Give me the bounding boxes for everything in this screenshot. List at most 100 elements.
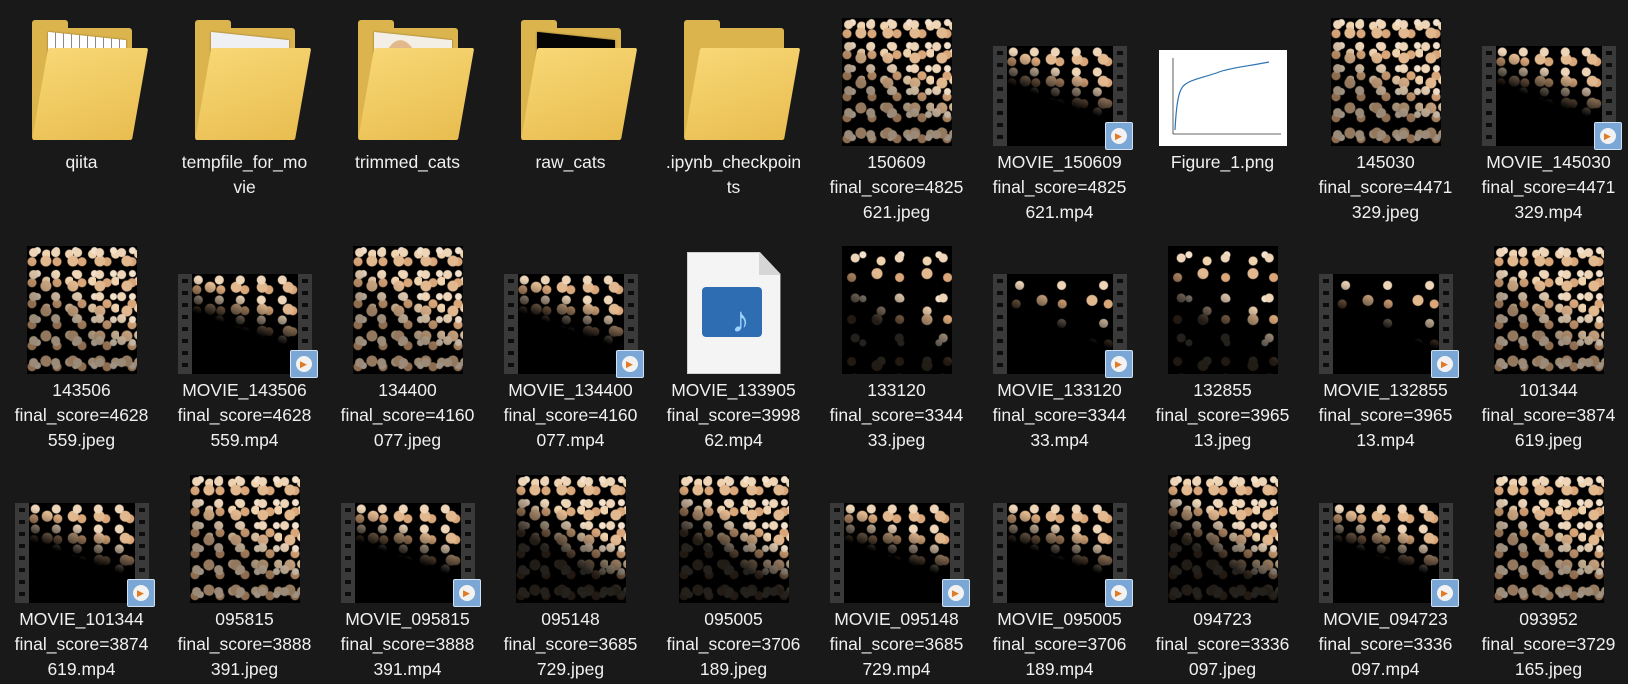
folder-item[interactable]: tempfile_for_mo vie [163, 0, 326, 228]
file-item[interactable]: 134400 final_score=4160 077.jpeg [326, 228, 489, 457]
item-label: 143506 final_score=4628 559.jpeg [2, 378, 161, 453]
item-label-line: final_score=3706 [666, 634, 801, 654]
item-thumbnail [1141, 234, 1304, 374]
item-label-line: 13.jpeg [1193, 430, 1252, 450]
item-label-line: 619.mp4 [47, 659, 116, 679]
image-thumbnail [352, 246, 463, 374]
item-thumbnail [1304, 6, 1467, 146]
item-label-line: 559.mp4 [210, 430, 279, 450]
item-label: .ipynb_checkpoin ts [654, 150, 813, 200]
item-label: MOVIE_132855 final_score=3965 13.mp4 [1306, 378, 1465, 453]
file-item[interactable]: ▶ MOVIE_143506 final_score=4628 559.mp4 [163, 228, 326, 457]
file-item[interactable]: Figure_1.png [1141, 0, 1304, 228]
file-item[interactable]: 145030 final_score=4471 329.jpeg [1304, 0, 1467, 228]
file-item[interactable]: 132855 final_score=3965 13.jpeg [1141, 228, 1304, 457]
item-label-line: 143506 [52, 380, 111, 400]
file-item[interactable]: 150609 final_score=4825 621.jpeg [815, 0, 978, 228]
item-label-line: 729.jpeg [536, 659, 605, 679]
item-label-line: 150609 [867, 152, 926, 172]
item-label: MOVIE_094723 final_score=3336 097.mp4 [1306, 607, 1465, 682]
item-label-line: MOVIE_143506 [182, 380, 307, 400]
item-thumbnail [1141, 463, 1304, 603]
item-label: MOVIE_143506 final_score=4628 559.mp4 [165, 378, 324, 453]
play-badge-icon: ▶ [1430, 579, 1459, 607]
item-label: 095148 final_score=3685 729.jpeg [491, 607, 650, 682]
item-thumbnail [652, 234, 815, 374]
play-badge-icon: ▶ [1104, 122, 1133, 150]
folder-item[interactable]: .ipynb_checkpoin ts [652, 0, 815, 228]
item-thumbnail [815, 6, 978, 146]
folder-item[interactable]: trimmed_cats [326, 0, 489, 228]
image-thumbnail [189, 475, 300, 603]
file-item[interactable]: ▶ MOVIE_095815 final_score=3888 391.mp4 [326, 457, 489, 684]
file-item[interactable]: 095005 final_score=3706 189.jpeg [652, 457, 815, 684]
image-thumbnail [841, 18, 952, 146]
item-label-line: 101344 [1519, 380, 1578, 400]
file-item[interactable]: ▶ MOVIE_132855 final_score=3965 13.mp4 [1304, 228, 1467, 457]
image-thumbnail [841, 246, 952, 374]
file-item[interactable]: ▶ MOVIE_095148 final_score=3685 729.mp4 [815, 457, 978, 684]
item-thumbnail: ▶ [978, 463, 1141, 607]
item-label-line: 62.mp4 [704, 430, 763, 450]
file-item[interactable]: 101344 final_score=3874 619.jpeg [1467, 228, 1628, 457]
item-label-line: 077.mp4 [536, 430, 605, 450]
figure-thumbnail [1158, 50, 1287, 146]
file-item[interactable]: MOVIE_133905 final_score=3998 62.mp4 [652, 228, 815, 457]
item-label-line: vie [233, 177, 256, 197]
item-label-line: final_score=4825 [992, 177, 1127, 197]
item-thumbnail: ▶ [1304, 234, 1467, 378]
item-label-line: final_score=3729 [1481, 634, 1616, 654]
item-label-line: 33.mp4 [1030, 430, 1089, 450]
item-label-line: 077.jpeg [373, 430, 442, 450]
item-thumbnail [326, 6, 489, 146]
file-item[interactable]: 094723 final_score=3336 097.jpeg [1141, 457, 1304, 684]
item-label-line: final_score=3874 [14, 634, 149, 654]
file-item[interactable]: 093952 final_score=3729 165.jpeg [1467, 457, 1628, 684]
play-badge-icon: ▶ [1104, 579, 1133, 607]
file-item[interactable]: ▶ MOVIE_133120 final_score=3344 33.mp4 [978, 228, 1141, 457]
item-label-line: MOVIE_134400 [508, 380, 633, 400]
item-label-line: 094723 [1193, 609, 1252, 629]
item-label-line: 329.mp4 [1514, 202, 1583, 222]
item-label-line: final_score=3888 [340, 634, 475, 654]
item-thumbnail [1467, 234, 1628, 374]
file-item[interactable]: 095815 final_score=3888 391.jpeg [163, 457, 326, 684]
item-thumbnail [815, 234, 978, 374]
folder-icon [26, 18, 148, 146]
item-label: MOVIE_133120 final_score=3344 33.mp4 [980, 378, 1139, 453]
file-item[interactable]: ▶ MOVIE_095005 final_score=3706 189.mp4 [978, 457, 1141, 684]
file-item[interactable]: ▶ MOVIE_101344 final_score=3874 619.mp4 [0, 457, 163, 684]
item-label: MOVIE_095148 final_score=3685 729.mp4 [817, 607, 976, 682]
video-thumbnail: ▶ [14, 503, 155, 607]
folder-icon [515, 18, 637, 146]
file-item[interactable]: ▶ MOVIE_094723 final_score=3336 097.mp4 [1304, 457, 1467, 684]
item-label-line: 095005 [704, 609, 763, 629]
item-label: 134400 final_score=4160 077.jpeg [328, 378, 487, 453]
file-item[interactable]: 133120 final_score=3344 33.jpeg [815, 228, 978, 457]
media-file-icon [686, 252, 781, 374]
item-thumbnail [1141, 6, 1304, 146]
video-thumbnail: ▶ [177, 274, 318, 378]
file-item[interactable]: ▶ MOVIE_134400 final_score=4160 077.mp4 [489, 228, 652, 457]
file-item[interactable]: ▶ MOVIE_145030 final_score=4471 329.mp4 [1467, 0, 1628, 228]
file-item[interactable]: 095148 final_score=3685 729.jpeg [489, 457, 652, 684]
file-item[interactable]: ▶ MOVIE_150609 final_score=4825 621.mp4 [978, 0, 1141, 228]
play-badge-icon: ▶ [615, 350, 644, 378]
item-label-line: 33.jpeg [867, 430, 926, 450]
item-label: raw_cats [491, 150, 650, 175]
folder-item[interactable]: raw_cats [489, 0, 652, 228]
item-label-line: 189.mp4 [1025, 659, 1094, 679]
item-label-line: MOVIE_094723 [1323, 609, 1448, 629]
folder-item[interactable]: qiita [0, 0, 163, 228]
folder-icon [352, 18, 474, 146]
video-thumbnail: ▶ [503, 274, 644, 378]
item-thumbnail [163, 463, 326, 603]
image-thumbnail [1167, 246, 1278, 374]
item-thumbnail [163, 6, 326, 146]
item-label-line: MOVIE_095815 [345, 609, 470, 629]
play-badge-icon: ▶ [452, 579, 481, 607]
video-thumbnail: ▶ [992, 46, 1133, 150]
file-item[interactable]: 143506 final_score=4628 559.jpeg [0, 228, 163, 457]
item-label: MOVIE_133905 final_score=3998 62.mp4 [654, 378, 813, 453]
item-label-line: 134400 [378, 380, 437, 400]
